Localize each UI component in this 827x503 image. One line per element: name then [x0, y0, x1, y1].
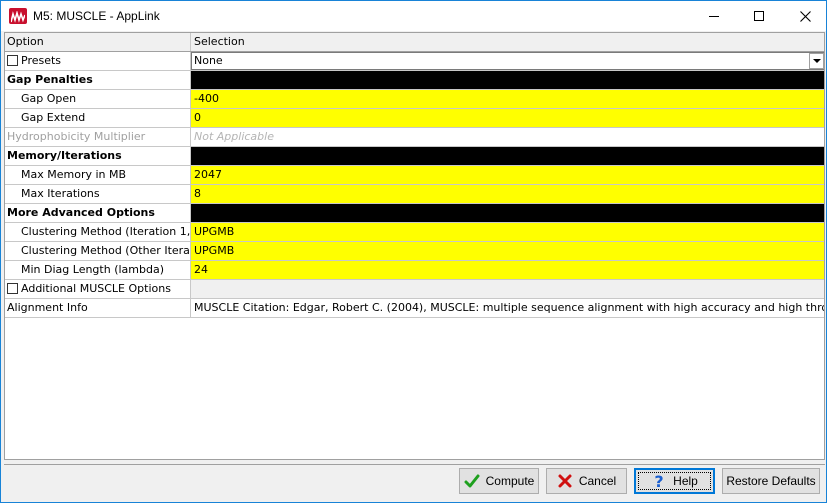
max-memory-field[interactable]: 2047 [191, 166, 824, 184]
row-clustering-other: Clustering Method (Other Iterations) UPG… [5, 242, 824, 261]
title-bar: M5: MUSCLE - AppLink [0, 0, 827, 31]
additional-options-checkbox[interactable] [7, 282, 18, 294]
cancel-button[interactable]: Cancel [546, 468, 627, 494]
maximize-button[interactable] [736, 1, 782, 31]
red-x-icon [557, 473, 573, 489]
option-label: Additional MUSCLE Options [21, 282, 171, 295]
help-button[interactable]: ? Help [634, 468, 715, 494]
maximize-icon [754, 11, 764, 21]
row-max-memory: Max Memory in MB 2047 [5, 166, 824, 185]
muscle-app-icon [9, 8, 27, 24]
section-bar [191, 204, 824, 222]
window-title: M5: MUSCLE - AppLink [33, 9, 160, 23]
option-label: Presets [21, 54, 62, 67]
options-grid: Option Selection Presets None Gap Penalt… [4, 32, 825, 460]
row-alignment-info: Alignment Info MUSCLE Citation: Edgar, R… [5, 299, 824, 318]
compute-button[interactable]: Compute [459, 468, 539, 494]
option-max-memory: Max Memory in MB [5, 166, 191, 184]
option-clustering-method-other: Clustering Method (Other Iterations) [5, 242, 191, 260]
row-gap-penalties: Gap Penalties [5, 71, 824, 90]
row-additional-options: Additional MUSCLE Options [5, 280, 824, 299]
row-clustering-1-2: Clustering Method (Iteration 1,2) UPGMB [5, 223, 824, 242]
row-gap-open: Gap Open -400 [5, 90, 824, 109]
presets-dropdown[interactable]: None [191, 52, 824, 70]
section-bar [191, 71, 824, 89]
gap-extend-field[interactable]: 0 [191, 109, 824, 127]
header-selection[interactable]: Selection [191, 33, 824, 51]
max-iterations-field[interactable]: 8 [191, 185, 824, 203]
svg-text:?: ? [655, 473, 664, 489]
clustering-method-1-2-field[interactable]: UPGMB [191, 223, 824, 241]
option-hydrophobicity-multiplier: Hydrophobicity Multiplier [5, 128, 191, 146]
grid-header: Option Selection [5, 33, 824, 52]
row-memory-iterations: Memory/Iterations [5, 147, 824, 166]
option-additional-muscle: Additional MUSCLE Options [5, 280, 191, 298]
dialog-client-area: Option Selection Presets None Gap Penalt… [0, 31, 827, 503]
presets-checkbox[interactable] [7, 54, 18, 66]
minimize-button[interactable] [691, 1, 737, 31]
clustering-method-other-field[interactable]: UPGMB [191, 242, 824, 260]
option-min-diag-length: Min Diag Length (lambda) [5, 261, 191, 279]
option-alignment-info: Alignment Info [5, 299, 191, 317]
green-check-icon [464, 473, 480, 489]
row-min-diag-length: Min Diag Length (lambda) 24 [5, 261, 824, 280]
restore-defaults-label: Restore Defaults [726, 474, 816, 488]
option-max-iterations: Max Iterations [5, 185, 191, 203]
option-gap-extend: Gap Extend [5, 109, 191, 127]
section-memory-iterations: Memory/Iterations [5, 147, 191, 165]
section-more-advanced-options: More Advanced Options [5, 204, 191, 222]
close-button[interactable] [782, 1, 827, 31]
option-gap-open: Gap Open [5, 90, 191, 108]
row-more-advanced: More Advanced Options [5, 204, 824, 223]
close-icon [799, 10, 811, 22]
section-bar [191, 147, 824, 165]
minimize-icon [709, 15, 719, 17]
row-gap-extend: Gap Extend 0 [5, 109, 824, 128]
row-max-iterations: Max Iterations 8 [5, 185, 824, 204]
additional-options-value [191, 280, 824, 298]
presets-value: None [194, 54, 223, 67]
section-gap-penalties: Gap Penalties [5, 71, 191, 89]
option-presets: Presets [5, 52, 191, 70]
footer-divider [4, 464, 825, 465]
gap-open-field[interactable]: -400 [191, 90, 824, 108]
row-hydrophobicity: Hydrophobicity Multiplier Not Applicable [5, 128, 824, 147]
alignment-info-value[interactable]: MUSCLE Citation: Edgar, Robert C. (2004)… [191, 299, 824, 317]
cancel-label: Cancel [578, 474, 617, 488]
restore-defaults-button[interactable]: Restore Defaults [722, 468, 820, 494]
presets-dropdown-button[interactable] [809, 53, 824, 69]
hydrophobicity-value: Not Applicable [194, 130, 274, 143]
row-presets: Presets None [5, 52, 824, 71]
compute-label: Compute [485, 474, 535, 488]
question-mark-icon: ? [651, 472, 667, 491]
option-clustering-method-1-2: Clustering Method (Iteration 1,2) [5, 223, 191, 241]
min-diag-length-field[interactable]: 24 [191, 261, 824, 279]
chevron-down-icon [812, 59, 821, 63]
header-option[interactable]: Option [5, 33, 191, 51]
